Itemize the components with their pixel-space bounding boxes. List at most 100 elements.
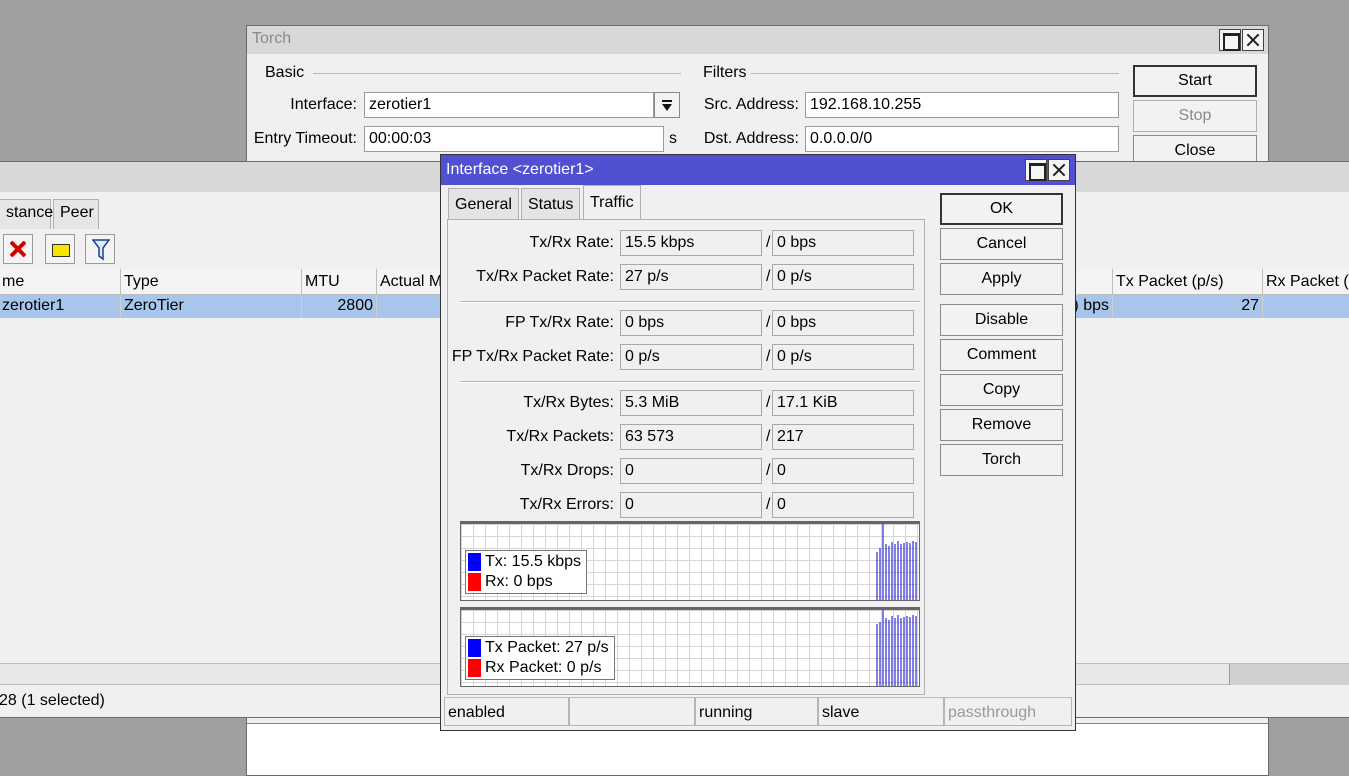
comment-icon[interactable]	[45, 234, 75, 264]
divider	[460, 381, 920, 383]
comment-button[interactable]: Comment	[940, 339, 1063, 371]
interface-select[interactable]: zerotier1	[364, 92, 654, 118]
tab-status[interactable]: Status	[521, 188, 581, 220]
src-address-input[interactable]: 192.168.10.255	[805, 92, 1119, 118]
close-icon[interactable]	[1048, 159, 1070, 181]
tx-rate-value: 15.5 kbps	[620, 230, 762, 256]
dst-address-label: Dst. Address:	[703, 130, 799, 147]
tx-errors-value: 0	[620, 492, 762, 518]
column-mtu[interactable]: MTU	[302, 269, 377, 295]
tx-swatch	[468, 639, 481, 657]
tab-traffic[interactable]: Traffic	[583, 185, 641, 220]
rx-swatch	[468, 659, 481, 677]
column-type[interactable]: Type	[121, 269, 302, 295]
row-type: ZeroTier	[121, 295, 302, 318]
maximize-icon[interactable]	[1025, 159, 1047, 181]
field-label: Tx/Rx Drops:	[520, 462, 614, 479]
fp-tx-rate-value: 0 bps	[620, 310, 762, 336]
entry-timeout-unit: s	[669, 130, 677, 147]
entry-timeout-label: Entry Timeout:	[253, 130, 357, 147]
divider	[751, 73, 1119, 74]
tab-instance[interactable]: stance	[0, 199, 53, 229]
rx-rate-value: 0 bps	[772, 230, 914, 256]
apply-button[interactable]: Apply	[940, 263, 1063, 295]
status-passthrough: passthrough	[944, 697, 1072, 726]
separator-slash: /	[766, 394, 771, 411]
tx-packet-legend-text: Tx Packet: 27 p/s	[485, 639, 609, 656]
separator-slash: /	[766, 348, 771, 365]
status-running: running	[695, 697, 818, 726]
tx-legend-text: Tx: 15.5 kbps	[485, 553, 582, 570]
dialog-title: Interface <zerotier1>	[446, 161, 594, 178]
dropdown-arrow-icon[interactable]	[654, 92, 680, 118]
separator-slash: /	[766, 234, 771, 251]
traffic-rate-graph: Tx: 15.5 kbps Rx: 0 bps	[460, 521, 920, 601]
src-address-label: Src. Address:	[703, 96, 799, 113]
torch-title: Torch	[252, 30, 292, 47]
rx-errors-value: 0	[772, 492, 914, 518]
field-label: Tx/Rx Bytes:	[523, 394, 614, 411]
field-label: Tx/Rx Errors:	[519, 496, 614, 513]
interface-dialog: Interface <zerotier1> General Status Tra…	[440, 154, 1076, 731]
fp-rx-rate-value: 0 bps	[772, 310, 914, 336]
disable-button[interactable]: Disable	[940, 304, 1063, 336]
torch-button[interactable]: Torch	[940, 444, 1063, 476]
tab-peer[interactable]: Peer	[53, 199, 99, 229]
dialog-status-bar: enabled running slave passthrough	[444, 697, 1072, 727]
remove-button[interactable]: Remove	[940, 409, 1063, 441]
tab-general[interactable]: General	[448, 188, 519, 220]
fp-rx-packet-rate-value: 0 p/s	[772, 344, 914, 370]
row-name: zerotier1	[0, 295, 121, 318]
graph-legend: Tx Packet: 27 p/s Rx Packet: 0 p/s	[465, 636, 615, 680]
tx-bytes-value: 5.3 MiB	[620, 390, 762, 416]
interface-label: Interface:	[290, 96, 357, 113]
tx-packet-rate-value: 27 p/s	[620, 264, 762, 290]
field-label: Tx/Rx Packets:	[506, 428, 614, 445]
field-label: Tx/Rx Rate:	[529, 234, 614, 251]
ok-button[interactable]: OK	[940, 193, 1063, 225]
start-button[interactable]: Start	[1133, 65, 1257, 97]
separator-slash: /	[766, 314, 771, 331]
field-label: FP Tx/Rx Rate:	[505, 314, 614, 331]
torch-titlebar[interactable]: Torch	[247, 26, 1268, 54]
scrollbar-thumb[interactable]	[1229, 664, 1349, 685]
copy-button[interactable]: Copy	[940, 374, 1063, 406]
rx-drops-value: 0	[772, 458, 914, 484]
column-rx-packet[interactable]: Rx Packet (p	[1263, 269, 1349, 295]
fp-tx-packet-rate-value: 0 p/s	[620, 344, 762, 370]
separator-slash: /	[766, 428, 771, 445]
stop-button[interactable]: Stop	[1133, 100, 1257, 132]
divider	[313, 73, 681, 74]
status-empty	[569, 697, 695, 726]
status-slave: slave	[818, 697, 944, 726]
graph-legend: Tx: 15.5 kbps Rx: 0 bps	[465, 550, 588, 594]
rx-bytes-value: 17.1 KiB	[772, 390, 914, 416]
basic-group-label: Basic	[265, 64, 305, 81]
dialog-titlebar[interactable]: Interface <zerotier1>	[441, 155, 1075, 185]
column-rx-rate[interactable]	[1077, 269, 1113, 295]
rx-packets-value: 217	[772, 424, 914, 450]
traffic-panel: Tx/Rx Rate: 15.5 kbps / 0 bps Tx/Rx Pack…	[447, 219, 925, 695]
column-name[interactable]: me	[0, 269, 121, 295]
packet-rate-graph: Tx Packet: 27 p/s Rx Packet: 0 p/s	[460, 607, 920, 687]
row-mtu: 2800	[302, 295, 377, 318]
column-tx-packet[interactable]: Tx Packet (p/s)	[1113, 269, 1263, 295]
row-tx-packet: 27	[1113, 295, 1263, 318]
close-icon[interactable]	[1242, 29, 1264, 51]
maximize-icon[interactable]	[1219, 29, 1241, 51]
rx-swatch	[468, 573, 481, 591]
rx-legend-text: Rx: 0 bps	[485, 573, 553, 590]
separator-slash: /	[766, 462, 771, 479]
column-actual-mtu[interactable]: Actual M	[377, 269, 441, 295]
tx-drops-value: 0	[620, 458, 762, 484]
filter-icon[interactable]	[85, 234, 115, 264]
cancel-button[interactable]: Cancel	[940, 228, 1063, 260]
dst-address-input[interactable]: 0.0.0.0/0	[805, 126, 1119, 152]
separator-slash: /	[766, 496, 771, 513]
entry-timeout-input[interactable]: 00:00:03	[364, 126, 664, 152]
rx-packet-rate-value: 0 p/s	[772, 264, 914, 290]
item-count-status: 28 (1 selected)	[0, 692, 105, 709]
filters-group-label: Filters	[703, 64, 747, 81]
remove-icon[interactable]	[3, 234, 33, 264]
divider	[460, 301, 920, 303]
